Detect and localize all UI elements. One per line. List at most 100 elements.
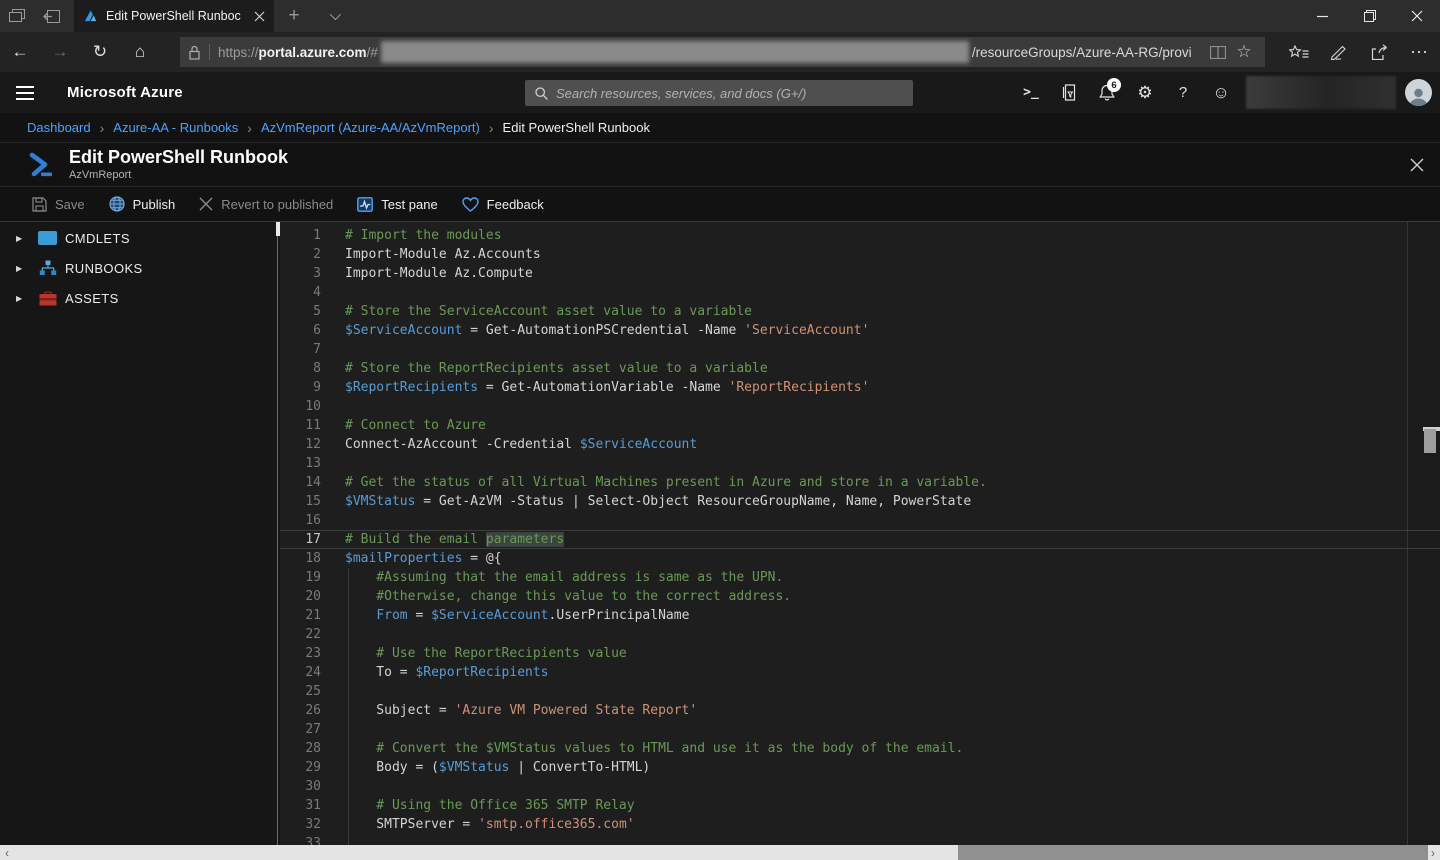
forward-button[interactable]: →	[40, 32, 80, 72]
breadcrumb-item-azure-aa-runbooks[interactable]: Azure-AA - Runbooks	[113, 120, 238, 135]
line-number: 10	[280, 397, 321, 416]
share-button[interactable]	[1359, 32, 1399, 72]
code-line-6[interactable]: 6$ServiceAccount = Get-AutomationPSCrede…	[280, 321, 1440, 340]
code-line-18[interactable]: 18$mailProperties = @{	[280, 549, 1440, 568]
code-line-24[interactable]: 24 To = $ReportRecipients	[280, 663, 1440, 682]
hamburger-menu-button[interactable]	[0, 72, 50, 113]
command-toolbar: SavePublishRevert to publishedTest paneF…	[0, 186, 1440, 222]
line-number: 1	[280, 226, 321, 245]
new-tab-button[interactable]: +	[274, 0, 314, 32]
code-line-5[interactable]: 5# Store the ServiceAccount asset value …	[280, 302, 1440, 321]
sidebar-item-runbooks[interactable]: ▶RUNBOOKS	[0, 253, 277, 283]
horizontal-scrollbar-thumb[interactable]	[958, 845, 1428, 860]
code-line-31[interactable]: 31 # Using the Office 365 SMTP Relay	[280, 796, 1440, 815]
code-line-23[interactable]: 23 # Use the ReportRecipients value	[280, 644, 1440, 663]
cloud-shell-button[interactable]: >_	[1012, 72, 1050, 113]
restore-button[interactable]	[1346, 0, 1393, 32]
code-line-1[interactable]: 1# Import the modules	[280, 226, 1440, 245]
code-line-14[interactable]: 14# Get the status of all Virtual Machin…	[280, 473, 1440, 492]
browser-tab[interactable]: Edit PowerShell Runboc	[74, 0, 274, 32]
code-line-19[interactable]: 19 #Assuming that the email address is s…	[280, 568, 1440, 587]
help-button[interactable]: ?	[1164, 72, 1202, 113]
code-line-11[interactable]: 11# Connect to Azure	[280, 416, 1440, 435]
code-text	[321, 340, 1440, 359]
scroll-left-arrow[interactable]: ‹	[0, 845, 14, 860]
expand-arrow-icon[interactable]: ▶	[16, 234, 29, 243]
breadcrumb-item-azvmreport-azure-aa-azvmreport[interactable]: AzVmReport (Azure-AA/AzVmReport)	[261, 120, 480, 135]
tab-preview-button[interactable]	[0, 0, 34, 32]
url-domain: portal.azure.com	[259, 45, 367, 60]
global-search-box[interactable]	[525, 80, 913, 106]
home-button[interactable]: ⌂	[120, 32, 160, 72]
set-tabs-aside-button[interactable]	[34, 0, 68, 32]
code-text: #Otherwise, change this value to the cor…	[321, 587, 1440, 606]
code-line-28[interactable]: 28 # Convert the $VMStatus values to HTM…	[280, 739, 1440, 758]
breadcrumb-item-dashboard[interactable]: Dashboard	[27, 120, 91, 135]
test-pane-button[interactable]: Test pane	[357, 197, 437, 212]
more-menu-button[interactable]: ⋯	[1399, 32, 1439, 72]
scroll-right-arrow[interactable]: ›	[1426, 845, 1440, 860]
code-line-30[interactable]: 30	[280, 777, 1440, 796]
editor-scrollbar-thumb[interactable]	[1424, 429, 1436, 453]
code-line-8[interactable]: 8# Store the ReportRecipients asset valu…	[280, 359, 1440, 378]
code-text	[321, 834, 1440, 845]
code-line-20[interactable]: 20 #Otherwise, change this value to the …	[280, 587, 1440, 606]
code-line-17[interactable]: 17# Build the email parameters	[280, 530, 1440, 549]
code-text: $mailProperties = @{	[321, 549, 1440, 568]
url-redacted-blur	[381, 41, 969, 63]
tab-list-button[interactable]	[314, 0, 354, 32]
code-line-10[interactable]: 10	[280, 397, 1440, 416]
web-note-button[interactable]	[1319, 32, 1359, 72]
horizontal-scrollbar[interactable]: ‹ ›	[0, 845, 1440, 860]
code-line-22[interactable]: 22	[280, 625, 1440, 644]
code-line-26[interactable]: 26 Subject = 'Azure VM Powered State Rep…	[280, 701, 1440, 720]
sidebar-item-assets[interactable]: ▶ASSETS	[0, 283, 277, 313]
code-text: Subject = 'Azure VM Powered State Report…	[321, 701, 1440, 720]
code-line-32[interactable]: 32 SMTPServer = 'smtp.office365.com'	[280, 815, 1440, 834]
line-number: 23	[280, 644, 321, 663]
code-line-16[interactable]: 16	[280, 511, 1440, 530]
code-line-21[interactable]: 21 From = $ServiceAccount.UserPrincipalN…	[280, 606, 1440, 625]
directory-filter-icon	[1061, 84, 1078, 101]
line-number: 18	[280, 549, 321, 568]
global-search-input[interactable]	[556, 86, 903, 101]
page-title: Edit PowerShell Runbook	[69, 148, 288, 167]
code-line-25[interactable]: 25	[280, 682, 1440, 701]
back-button[interactable]: ←	[0, 32, 40, 72]
reading-view-button[interactable]	[1205, 46, 1231, 59]
feedback-smiley-button[interactable]: ☺	[1202, 72, 1240, 113]
expand-arrow-icon[interactable]: ▶	[16, 294, 29, 303]
close-window-button[interactable]	[1393, 0, 1440, 32]
close-blade-button[interactable]	[1410, 158, 1424, 172]
code-line-27[interactable]: 27	[280, 720, 1440, 739]
expand-arrow-icon[interactable]: ▶	[16, 264, 29, 273]
window-controls	[1299, 0, 1440, 32]
publish-button[interactable]: Publish	[109, 196, 176, 212]
code-line-33[interactable]: 33	[280, 834, 1440, 845]
minimize-button[interactable]	[1299, 0, 1346, 32]
tab-close-icon[interactable]	[254, 11, 265, 22]
code-line-13[interactable]: 13	[280, 454, 1440, 473]
code-line-4[interactable]: 4	[280, 283, 1440, 302]
settings-button[interactable]: ⚙	[1126, 72, 1164, 113]
code-line-2[interactable]: 2Import-Module Az.Accounts	[280, 245, 1440, 264]
code-line-3[interactable]: 3Import-Module Az.Compute	[280, 264, 1440, 283]
directory-filter-button[interactable]	[1050, 72, 1088, 113]
address-bar[interactable]: https://portal.azure.com/# /resourceGrou…	[180, 37, 1265, 67]
notifications-button[interactable]: 6	[1088, 72, 1126, 113]
refresh-button[interactable]: ↻	[80, 32, 120, 72]
url-hash: /#	[367, 45, 378, 60]
code-line-15[interactable]: 15$VMStatus = Get-AzVM -Status | Select-…	[280, 492, 1440, 511]
sidebar-item-cmdlets[interactable]: ▶CMDLETS	[0, 223, 277, 253]
add-favorite-button[interactable]: ☆	[1231, 42, 1257, 62]
code-line-12[interactable]: 12Connect-AzAccount -Credential $Service…	[280, 435, 1440, 454]
code-line-9[interactable]: 9$ReportRecipients = Get-AutomationVaria…	[280, 378, 1440, 397]
code-line-7[interactable]: 7	[280, 340, 1440, 359]
hub-favorites-button[interactable]	[1279, 32, 1319, 72]
feedback-button[interactable]: Feedback	[462, 197, 544, 212]
code-line-29[interactable]: 29 Body = ($VMStatus | ConvertTo-HTML)	[280, 758, 1440, 777]
avatar[interactable]	[1405, 79, 1432, 106]
code-text	[321, 682, 1440, 701]
code-editor[interactable]: 1# Import the modules2Import-Module Az.A…	[280, 222, 1440, 845]
line-number: 28	[280, 739, 321, 758]
